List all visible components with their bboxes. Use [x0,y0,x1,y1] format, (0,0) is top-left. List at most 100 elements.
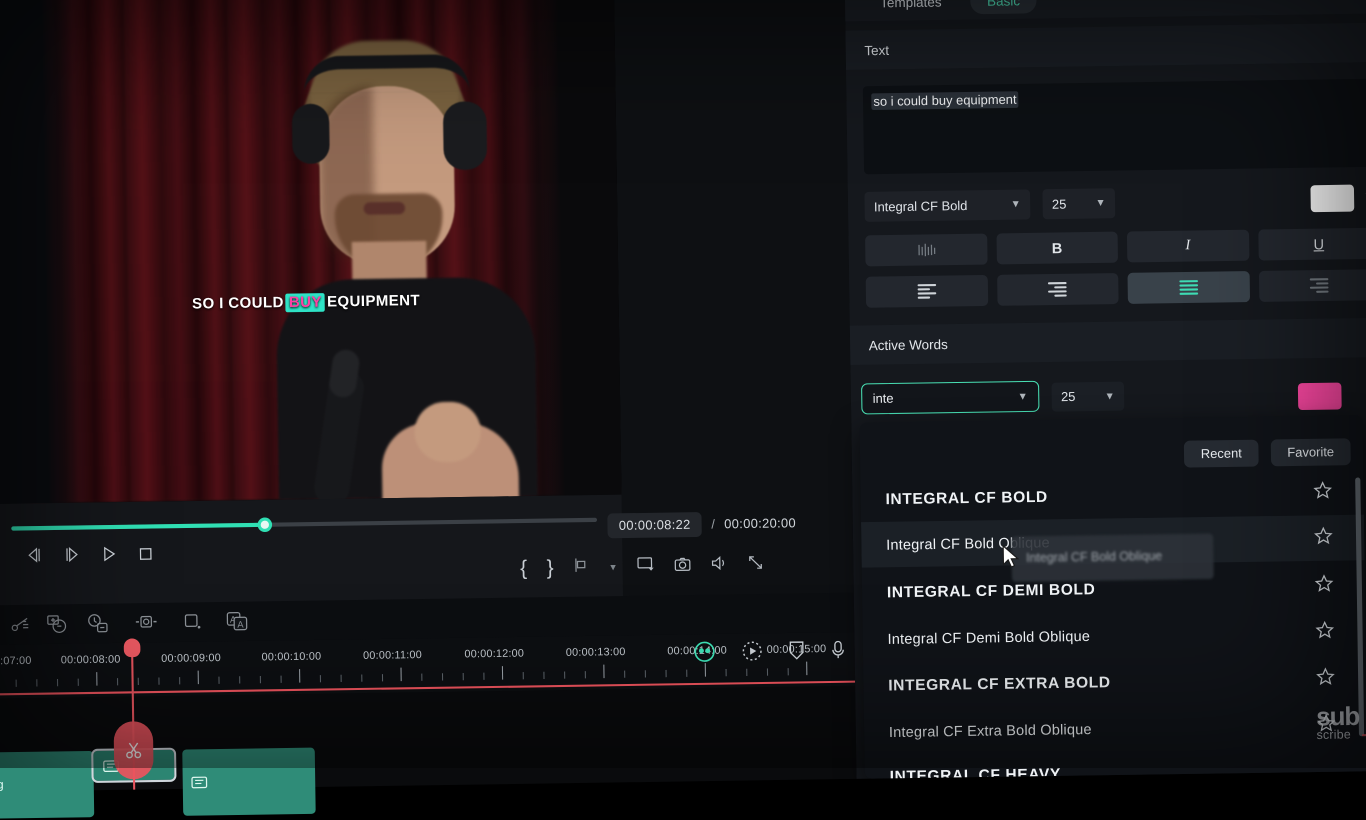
font-item-label: Integral CF Demi Bold Oblique [887,627,1091,647]
playhead-handle[interactable] [123,638,141,658]
mark-in-brace[interactable]: { [520,557,527,580]
star-icon[interactable] [1316,666,1336,691]
spacing-icon[interactable] [865,233,988,267]
timecode-separator: / [711,517,716,532]
timecode-display: 00:00:08:22 / 00:00:20:00 [607,511,796,539]
align-buttons-row [865,269,1366,308]
current-timecode[interactable]: 00:00:08:22 [607,512,703,539]
star-icon[interactable] [1315,620,1335,644]
text-input-value: so i could buy equipment [871,91,1019,111]
italic-label: I [1185,237,1191,254]
font-size-select[interactable]: 25 ▼ [1042,188,1116,220]
subscribe-watermark: sub scribe [1316,702,1366,742]
playback-scrubber[interactable] [11,517,598,533]
translate-icon[interactable]: AA [226,611,249,637]
active-words-color-swatch[interactable] [1297,382,1342,411]
recent-filter-button[interactable]: Recent [1184,439,1259,468]
stop-button[interactable] [138,546,154,562]
mask-icon[interactable] [135,612,158,636]
font-controls-row: Integral CF Bold ▼ 25 ▼ ▼ [864,184,1366,223]
tab-basic[interactable]: Basic [970,0,1037,14]
watermark-main-text: sub [1316,702,1360,732]
underline-button[interactable]: U [1257,227,1366,261]
font-search-input[interactable]: inte ▼ [861,380,1040,415]
ruler-label: 00:00:11:00 [362,648,423,663]
timeline-clip[interactable]: was just trying [0,750,95,820]
text-color-swatch[interactable] [1310,184,1355,213]
align-left-button[interactable] [865,274,988,308]
fullscreen-icon[interactable] [748,555,764,576]
font-list-item[interactable]: Integral CF Demi Bold Oblique [862,609,1366,662]
font-tooltip-text: Integral CF Bold Oblique [1026,548,1163,566]
keyframe-icon[interactable] [182,612,203,636]
active-words-controls: inte ▼ 25 ▼ ▼ [861,376,1366,419]
video-preview[interactable]: SO I COULD BUY EQUIPMENT [0,0,622,504]
font-list[interactable]: INTEGRAL CF BOLD Integral CF Bold Obliqu… [860,469,1366,779]
snapshot-icon[interactable] [674,556,691,576]
align-center-button[interactable] [996,272,1119,306]
text-section-title: Text [864,41,890,58]
font-family-select[interactable]: Integral CF Bold ▼ [864,189,1031,222]
underline-label: U [1313,235,1325,253]
auto-reframe-icon[interactable] [693,640,716,668]
font-tooltip: Integral CF Bold Oblique [1011,533,1214,583]
font-search-value: inte [872,391,894,407]
prev-frame-button[interactable] [26,547,43,564]
font-item-label: INTEGRAL CF HEAVY [889,765,1062,779]
text-input-area[interactable]: so i could buy equipment [862,78,1366,175]
mark-out-brace[interactable]: } [547,557,554,580]
caption-before: SO I COULD [191,294,284,313]
scrubber-handle[interactable] [257,517,273,533]
font-size-value: 25 [1051,196,1067,212]
star-icon[interactable] [1313,480,1333,504]
italic-button[interactable]: I [1126,229,1249,263]
active-words-size-select[interactable]: 25 ▼ [1051,381,1125,412]
tab-templates[interactable]: Templates [870,0,952,14]
ruler-label: 00:00:08:00 [60,653,121,667]
font-item-label: Integral CF Extra Bold Oblique [888,720,1092,741]
active-words-size-value: 25 [1060,389,1076,405]
chevron-down-icon: ▼ [1104,390,1115,403]
marker-icon[interactable] [573,557,589,578]
font-item-label: INTEGRAL CF EXTRA BOLD [888,673,1111,695]
font-dropdown[interactable]: Recent Favorite INTEGRAL CF BOLD Integra… [859,415,1366,779]
align-justify-button[interactable] [1127,271,1250,304]
align-right-button[interactable] [1258,269,1366,302]
format-buttons-row: B I U [865,227,1366,267]
scissors-icon[interactable] [113,721,154,780]
font-family-value: Integral CF Bold [873,198,968,214]
star-icon[interactable] [1313,526,1333,550]
text-section-body: so i could buy equipment Integral CF Bol… [846,62,1366,326]
font-list-item[interactable]: INTEGRAL CF EXTRA BOLD [863,655,1366,708]
font-item-label: INTEGRAL CF BOLD [885,487,1048,508]
split-icon[interactable] [10,614,31,638]
chevron-down-icon: ▼ [1010,198,1021,211]
font-list-item[interactable]: INTEGRAL CF BOLD [860,469,1364,522]
play-button[interactable] [101,546,118,563]
auto-highlight-icon[interactable] [741,640,764,668]
shield-icon[interactable] [788,640,805,666]
total-timecode: 00:00:20:00 [724,515,797,532]
marker-chevron-icon[interactable]: ▼ [608,562,617,572]
display-mode-icon[interactable] [637,556,655,577]
ruler-label: 00:00:13:00 [565,645,626,660]
microphone-icon[interactable] [830,639,847,665]
timeline-clip[interactable] [182,747,316,816]
video-editor-window: to A 0:20 sub scribe [0,0,1366,820]
volume-icon[interactable] [711,555,729,576]
active-words-header: Active Words [849,317,1366,365]
star-icon[interactable] [1314,573,1334,598]
caption-highlight: BUY [285,293,326,313]
crop-icon[interactable] [46,614,69,640]
ruler-label: 00:00:09:00 [161,651,222,666]
favorite-filter-button[interactable]: Favorite [1270,438,1351,467]
caption-after: EQUIPMENT [326,292,421,311]
chevron-down-icon: ▼ [1095,197,1106,210]
ruler-label: 00:00:07:00 [0,654,32,668]
next-frame-button[interactable] [63,546,80,563]
preview-subject [254,36,551,504]
chevron-down-icon: ▼ [1017,390,1028,403]
speed-icon[interactable] [87,613,110,639]
bold-button[interactable]: B [995,231,1119,265]
font-item-label: INTEGRAL CF DEMI BOLD [886,580,1096,601]
